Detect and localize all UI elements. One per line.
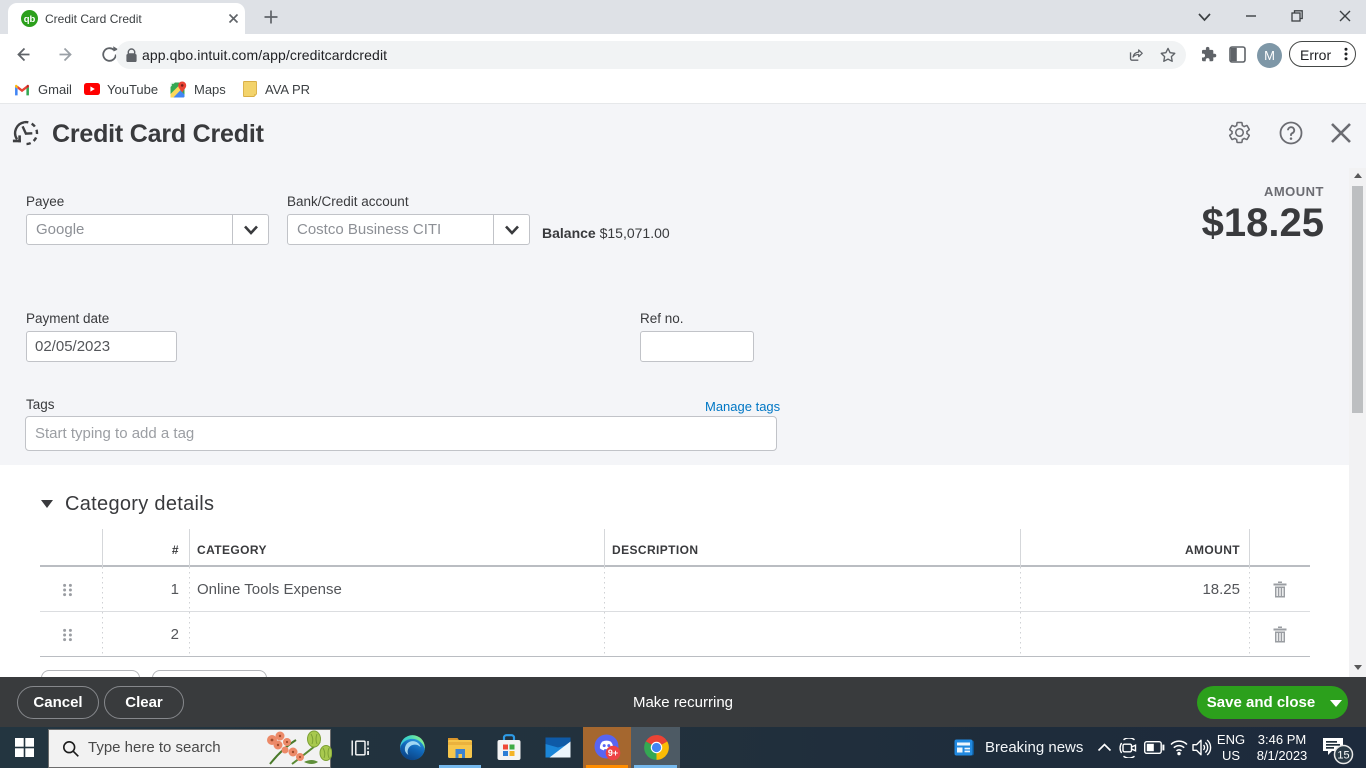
svg-text:15: 15 [1337,750,1349,762]
svg-text:qb: qb [24,14,36,25]
svg-text:9+: 9+ [608,748,618,758]
